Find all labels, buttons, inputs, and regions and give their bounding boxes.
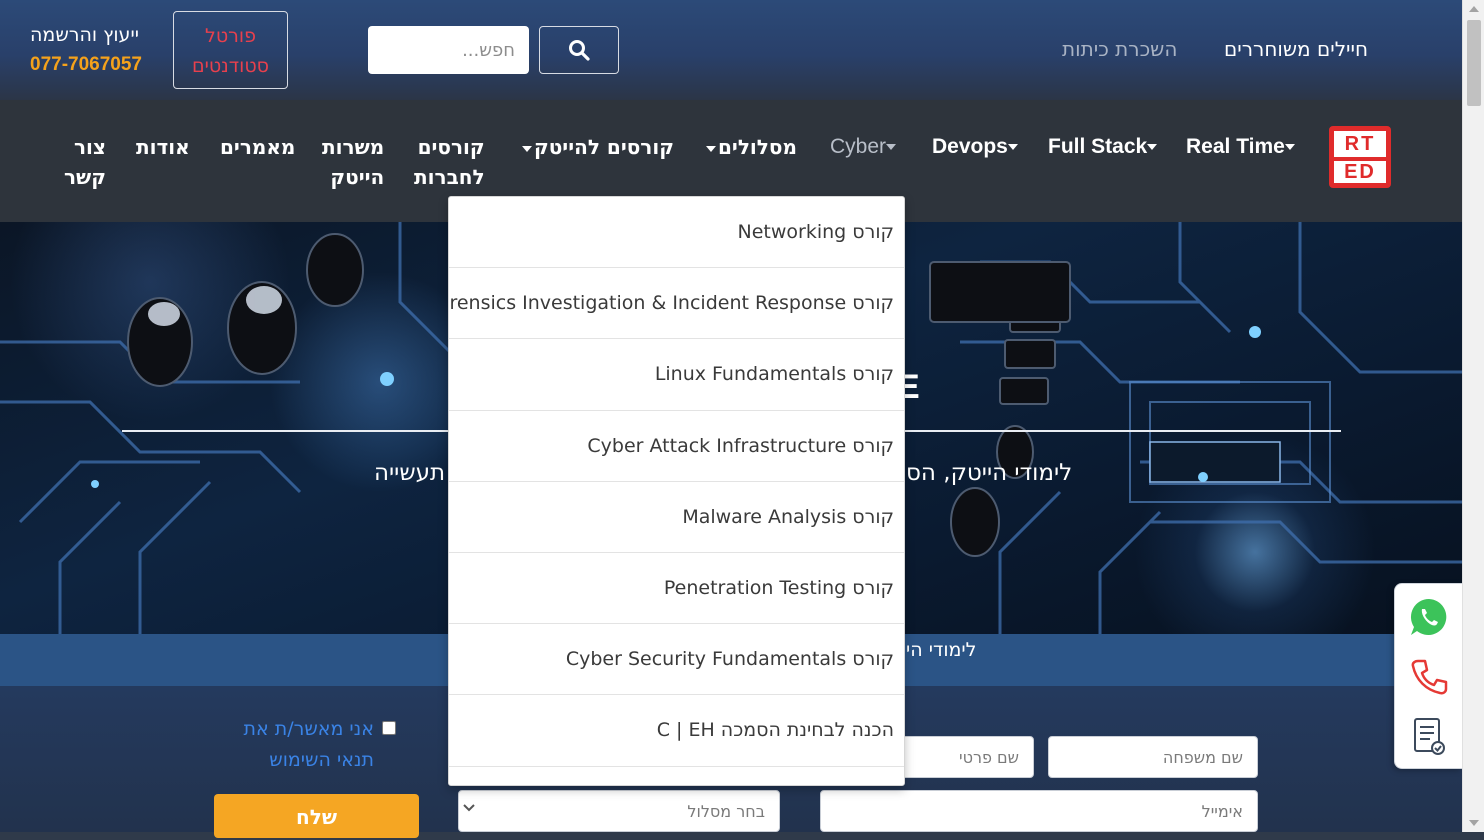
nav-label: Full Stack: [1048, 135, 1148, 158]
consent-label[interactable]: אני מאשר/ת את תנאי השימוש: [234, 714, 374, 776]
dropdown-item-label: קורס Malware Analysis: [682, 505, 894, 528]
contact-label: ייעוץ והרשמה: [30, 24, 139, 46]
consent-line: אני מאשר/ת את: [243, 718, 374, 740]
dropdown-item-label: קורס Forensics Investigation & Incident …: [448, 292, 894, 315]
nav-label: קורסים: [417, 135, 485, 159]
nav-label: Devops: [932, 135, 1008, 158]
nav-label: Real Time: [1186, 135, 1285, 158]
form-icon[interactable]: [1408, 716, 1450, 758]
discharged-soldiers-link[interactable]: חיילים משוחררים: [1224, 37, 1368, 61]
chevron-down-icon: [522, 145, 532, 152]
dropdown-item-pentest[interactable]: קורס Penetration Testing: [449, 553, 904, 625]
chevron-down-icon: [706, 145, 716, 152]
dropdown-item-label: קורס Linux Fundamentals: [654, 363, 894, 386]
contact-side-widget: [1394, 583, 1462, 769]
nav-real-time[interactable]: Real Time: [1186, 132, 1297, 162]
nav-cyber[interactable]: Cyber: [830, 132, 898, 162]
logo-text-bottom: ED: [1334, 157, 1386, 183]
nav-full-stack[interactable]: Full Stack: [1048, 132, 1159, 162]
nav-label: לחברות: [414, 165, 485, 189]
dropdown-item-linux[interactable]: קורס Linux Fundamentals: [449, 339, 904, 411]
dropdown-item-label: קורס Penetration Testing: [663, 577, 894, 600]
scroll-down-icon[interactable]: [1469, 820, 1479, 826]
scroll-up-icon[interactable]: [1469, 6, 1479, 12]
dropdown-item-label: קורס Networking: [737, 221, 894, 244]
chevron-down-icon: [886, 144, 897, 151]
dropdown-item-security-fundamentals[interactable]: קורס Cyber Security Fundamentals: [449, 624, 904, 696]
consent-checkbox[interactable]: [382, 721, 396, 735]
nav-label: קשר: [64, 165, 106, 189]
email-field[interactable]: [820, 790, 1258, 832]
logo[interactable]: RT ED: [1329, 126, 1391, 188]
chevron-down-icon: [1007, 144, 1018, 151]
scrollbar-thumb[interactable]: [1467, 20, 1481, 106]
hero-subtitle-left: תעשייה: [374, 460, 446, 486]
portal-label-line1: פורטל: [205, 25, 256, 47]
dropdown-item-forensics[interactable]: קורס Forensics Investigation & Incident …: [448, 268, 904, 340]
nav-label: צור: [73, 135, 106, 159]
dropdown-item-attack-infra[interactable]: קורס Cyber Attack Infrastructure: [449, 411, 904, 482]
nav-about[interactable]: אודות: [136, 132, 190, 162]
dropdown-item-label: קורס Cyber Attack Infrastructure: [587, 434, 894, 457]
whatsapp-icon[interactable]: [1408, 596, 1450, 638]
chevron-down-icon: [1147, 144, 1158, 151]
nav-label: הייטק: [330, 165, 385, 189]
nav-contact[interactable]: צור קשר: [64, 132, 106, 192]
hero-subtitle-right: לימודי הייטק, הס: [906, 460, 1073, 486]
consent-line: תנאי השימוש: [269, 749, 374, 771]
nav-hitech-jobs[interactable]: משרות הייטק: [322, 132, 384, 192]
last-name-field[interactable]: [1048, 736, 1258, 778]
nav-hitech-courses[interactable]: קורסים להייטק: [522, 132, 674, 162]
dropdown-item-label: קורס Cyber Security Fundamentals: [565, 648, 894, 671]
nav-label: אודות: [136, 135, 190, 159]
submit-button[interactable]: שלח: [214, 794, 419, 838]
info-strip-text: לימודי הי: [906, 639, 977, 661]
track-select[interactable]: בחר מסלול: [458, 790, 780, 832]
nav-devops[interactable]: Devops: [932, 132, 1020, 162]
search-icon: [569, 40, 590, 61]
dropdown-item-ceh[interactable]: הכנה לבחינת הסמכה C | EH: [449, 695, 904, 767]
top-bar: ייעוץ והרשמה 077-7067057 פורטל סטודנטים …: [0, 0, 1462, 100]
nav-company-courses[interactable]: קורסים לחברות: [414, 132, 485, 192]
nav-label: קורסים להייטק: [534, 135, 674, 159]
nav-label: Cyber: [830, 135, 887, 158]
cyber-dropdown-menu: קורס Networking קורס Forensics Investiga…: [448, 196, 905, 786]
search-button[interactable]: [539, 26, 619, 74]
dropdown-item-networking[interactable]: קורס Networking: [449, 197, 904, 269]
nav-label: משרות: [322, 135, 385, 159]
logo-text-top: RT: [1334, 131, 1386, 157]
portal-label-line2: סטודנטים: [192, 55, 269, 77]
search-input[interactable]: [368, 26, 529, 74]
chevron-down-icon: [463, 804, 475, 812]
nav-label: מאמרים: [220, 135, 296, 159]
chevron-down-icon: [1284, 144, 1295, 151]
nav-articles[interactable]: מאמרים: [220, 132, 295, 162]
dropdown-item-malware[interactable]: קורס Malware Analysis: [449, 482, 904, 553]
nav-tracks[interactable]: מסלולים: [706, 132, 797, 162]
student-portal-button[interactable]: פורטל סטודנטים: [173, 11, 288, 89]
nav-label: מסלולים: [718, 135, 797, 159]
phone-icon[interactable]: [1408, 656, 1450, 698]
contact-phone[interactable]: 077-7067057: [30, 54, 142, 76]
page-scrollbar[interactable]: [1462, 0, 1484, 832]
classroom-rental-link[interactable]: השכרת כיתות: [1062, 37, 1177, 61]
dropdown-item-label: הכנה לבחינת הסמכה C | EH: [656, 719, 894, 742]
